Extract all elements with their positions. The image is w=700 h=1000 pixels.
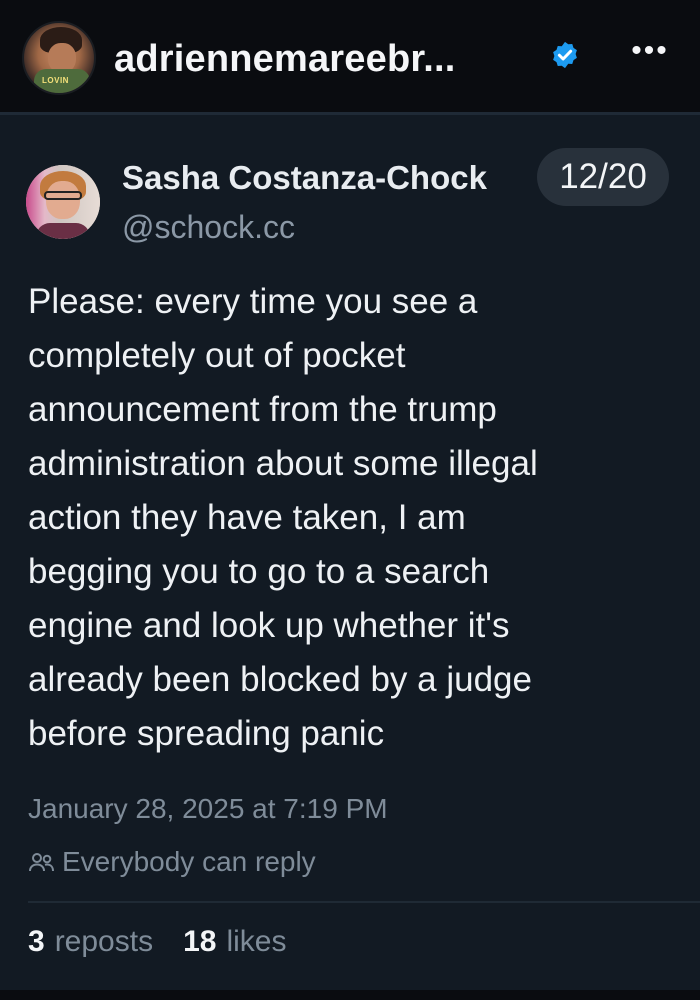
post-timestamp: January 28, 2025 at 7:19 PM — [28, 793, 388, 824]
reposts-label[interactable]: reposts — [55, 925, 153, 959]
more-horizontal-icon[interactable]: ••• — [626, 36, 674, 70]
profile-avatar[interactable]: LOVIN — [22, 21, 96, 95]
author-handle[interactable]: @schock.cc — [122, 209, 295, 246]
avatar-shirt-text: LOVIN — [42, 76, 69, 85]
avatar-face — [46, 181, 80, 219]
author-name[interactable]: Sasha Costanza-Chock — [122, 159, 540, 197]
profile-username[interactable]: adriennemareebr... — [114, 38, 456, 81]
reply-setting: Everybody can reply — [28, 844, 316, 880]
top-bar: LOVIN adriennemareebr... ••• — [0, 0, 700, 112]
avatar-body — [36, 223, 90, 239]
likes-label[interactable]: likes — [226, 925, 286, 959]
thread-counter-badge: 12/20 — [537, 148, 669, 206]
likes-count[interactable]: 18 — [183, 925, 216, 959]
post-card: Sasha Costanza-Chock @schock.cc 12/20 Pl… — [0, 112, 700, 990]
post-stats: 3 reposts 18 likes — [28, 925, 286, 965]
avatar-glasses — [44, 191, 82, 200]
verified-badge-icon — [553, 41, 577, 69]
bottom-strip — [0, 990, 700, 1000]
divider — [28, 901, 700, 903]
post-text: Please: every time you see a completely … — [28, 282, 538, 753]
author-avatar[interactable] — [26, 165, 100, 239]
people-icon — [29, 853, 54, 872]
reposts-count[interactable]: 3 — [28, 925, 45, 959]
reply-setting-label: Everybody can reply — [62, 846, 316, 877]
